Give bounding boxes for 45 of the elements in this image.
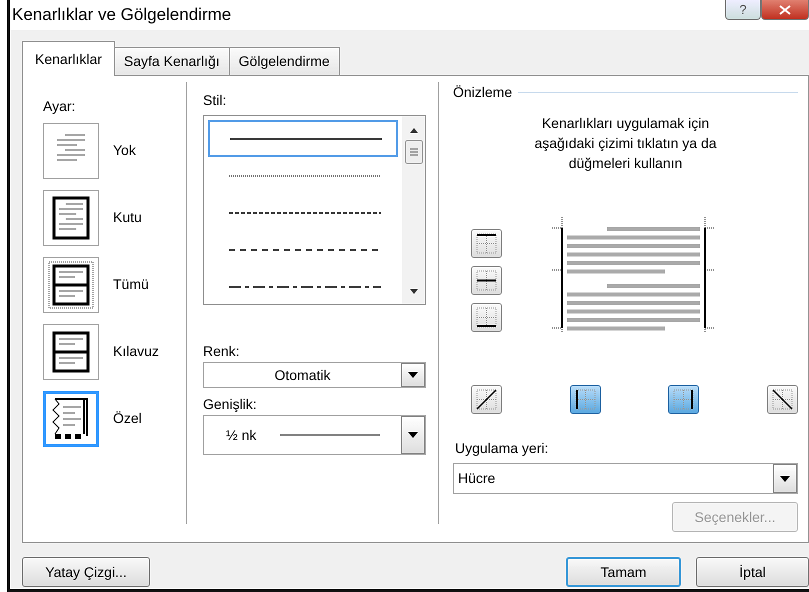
diagonal-down-border-button[interactable]: [766, 385, 798, 414]
close-button[interactable]: [761, 0, 809, 20]
setting-label: Kılavuz: [113, 342, 159, 361]
window-title: Kenarlıklar ve Gölgelendirme: [12, 4, 232, 26]
help-button[interactable]: ?: [725, 0, 761, 20]
caret-icon: [408, 372, 418, 378]
right-border-button[interactable]: [668, 385, 700, 414]
setting-button[interactable]: [43, 256, 99, 312]
tab[interactable]: Gölgelendirme: [228, 47, 340, 75]
setting-button[interactable]: [43, 390, 99, 446]
setting-label: Özel: [113, 409, 142, 428]
scroll-thumb: [404, 140, 422, 164]
ok-button[interactable]: Tamam: [566, 557, 681, 587]
caret-icon: [408, 432, 418, 438]
cancel-button[interactable]: İptal: [696, 557, 809, 587]
setting-button[interactable]: [43, 190, 99, 246]
line-style-option[interactable]: [208, 120, 398, 157]
setting-label: Yok: [113, 141, 136, 160]
color-label: Renk:: [203, 342, 241, 361]
width-label: Genişlik:: [203, 395, 258, 414]
instruction-text: Kenarlıkları uygulamak için aşağıdaki çizimi tıklatın ya da düğmeleri kullanın: [533, 114, 718, 173]
apply-to-label: Uygulama yeri:: [455, 439, 550, 458]
caret-icon: [780, 476, 790, 482]
close-icon: [779, 4, 791, 14]
top-border-button[interactable]: [471, 228, 502, 258]
tab[interactable]: Kenarlıklar: [22, 41, 115, 76]
bottom-border-button[interactable]: [471, 302, 502, 332]
tab[interactable]: Sayfa Kenarlığı: [114, 47, 230, 75]
border-setting-icon: [47, 260, 95, 310]
diagonal-up-border-button[interactable]: [471, 385, 502, 414]
style-label: Stil:: [203, 91, 228, 110]
setting-label: Tümü: [113, 275, 149, 294]
scrollbar[interactable]: [402, 116, 425, 304]
setting-button[interactable]: [43, 324, 99, 380]
setting-label: Ayar:: [43, 97, 76, 116]
horizontal-line-button[interactable]: Yatay Çizgi...: [22, 557, 150, 587]
color-dropdown[interactable]: Otomatik: [203, 362, 426, 388]
setting-label: Kutu: [113, 208, 142, 227]
left-border-button[interactable]: [570, 385, 601, 414]
preview-label: Önizleme: [453, 83, 512, 102]
scroll-up-icon: [408, 126, 418, 134]
apply-to-dropdown[interactable]: Hücre: [453, 463, 798, 494]
width-dropdown[interactable]: ½ nk: [203, 415, 426, 455]
scroll-down-icon: [408, 288, 418, 296]
inside-horizontal-border-button[interactable]: [471, 266, 502, 294]
